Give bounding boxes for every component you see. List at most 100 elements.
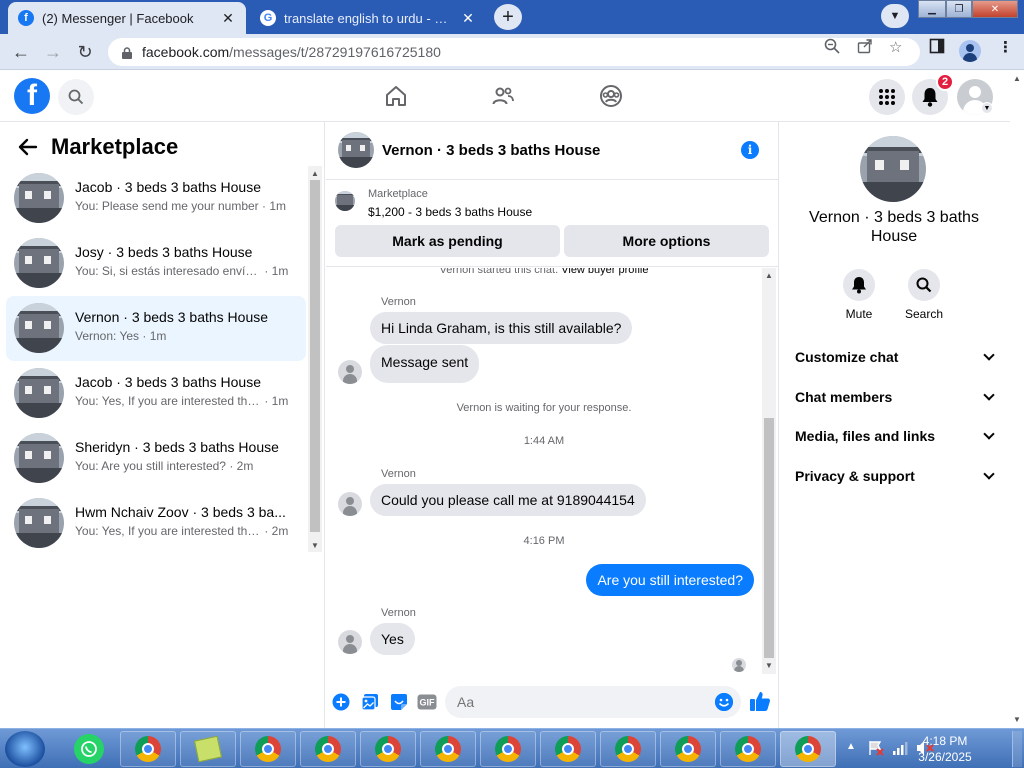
whatsapp-icon[interactable]	[74, 734, 104, 764]
customize-chat-row[interactable]: Customize chat	[795, 346, 995, 368]
conversation-preview: You: Please send me your number · 1m	[75, 199, 287, 213]
close-tab-icon[interactable]: ✕	[460, 10, 476, 27]
tab-messenger[interactable]: f (2) Messenger | Facebook ✕	[8, 2, 246, 34]
taskbar-chrome-icon[interactable]	[300, 731, 356, 767]
menu-grid-icon[interactable]	[869, 79, 905, 115]
scroll-down-arrow-icon[interactable]: ▼	[762, 658, 776, 672]
page-scrollbar[interactable]: ▲ ▼	[1010, 71, 1024, 728]
groups-icon[interactable]	[598, 83, 624, 109]
more-options-button[interactable]: More options	[564, 225, 769, 257]
tab-search-button[interactable]: ▼	[881, 4, 909, 28]
address-bar[interactable]: facebook.com/messages/t/2872919761672518…	[108, 38, 920, 66]
chat-scrollbar[interactable]: ▲ ▼	[762, 268, 776, 674]
show-hidden-icons-arrow-icon[interactable]: ▲	[846, 741, 856, 752]
taskbar-chrome-icon[interactable]	[360, 731, 416, 767]
conversation-item[interactable]: Sheridyn · 3 beds 3 baths House You: Are…	[6, 426, 306, 491]
forward-icon[interactable]: →	[40, 39, 66, 65]
chevron-down-icon[interactable]: ▼	[981, 102, 993, 114]
tab-google-translate[interactable]: G translate english to urdu - Google ✕	[250, 2, 486, 34]
minimize-window-button[interactable]: ▁	[918, 0, 946, 18]
photo-icon[interactable]	[360, 692, 380, 712]
google-favicon-icon: G	[260, 10, 276, 26]
share-icon[interactable]	[857, 38, 873, 58]
gif-icon[interactable]: GIF	[417, 692, 437, 712]
close-window-button[interactable]: ✕	[972, 0, 1018, 18]
profile-avatar-icon[interactable]	[959, 40, 981, 62]
conversation-item[interactable]: Jacob · 3 beds 3 baths House You: Yes, I…	[6, 361, 306, 426]
mute-button[interactable]: Mute	[829, 269, 889, 321]
waiting-notice: Vernon is waiting for your response.	[456, 402, 632, 414]
privacy-support-row[interactable]: Privacy & support	[795, 465, 995, 487]
clock-time[interactable]: 4:18 PM	[905, 734, 985, 748]
taskbar-chrome-icon[interactable]	[240, 731, 296, 767]
search-in-conversation-button[interactable]: Search	[894, 269, 954, 321]
scrollbar-thumb[interactable]	[310, 180, 320, 532]
taskbar-chrome-icon[interactable]	[540, 731, 596, 767]
message-bubble: Hi Linda Graham, is this still available…	[370, 312, 633, 344]
sticker-icon[interactable]	[389, 692, 409, 712]
info-icon[interactable]: i	[741, 141, 759, 159]
listing-price-title[interactable]: $1,200 - 3 beds 3 baths House	[368, 205, 532, 219]
listing-thumbnail	[335, 191, 355, 211]
back-arrow-icon[interactable]	[18, 136, 38, 162]
thumbs-up-icon[interactable]	[749, 690, 771, 712]
url-host: facebook.com	[142, 44, 230, 60]
conversation-list-scrollbar[interactable]: ▲ ▼	[308, 166, 322, 552]
conversation-item[interactable]: Jacob · 3 beds 3 baths House You: Please…	[6, 166, 306, 231]
reload-icon[interactable]: ↻	[72, 39, 98, 65]
mark-as-pending-button[interactable]: Mark as pending	[335, 225, 560, 257]
side-panel-icon[interactable]	[929, 38, 945, 58]
emoji-icon[interactable]	[715, 693, 733, 711]
search-icon[interactable]	[58, 79, 94, 115]
bookmark-star-icon[interactable]: ☆	[889, 38, 902, 56]
taskbar-sticky-notes-icon[interactable]	[180, 731, 236, 767]
conversation-title: Vernon · 3 beds 3 baths House	[809, 209, 979, 245]
listing-thumbnail	[14, 433, 64, 483]
chevron-down-icon	[983, 468, 995, 480]
close-tab-icon[interactable]: ✕	[220, 10, 236, 27]
plus-icon[interactable]	[331, 692, 351, 712]
taskbar-chrome-icon-active[interactable]	[780, 731, 836, 767]
url-path: /messages/t/28729197616725180	[229, 44, 441, 60]
message-input[interactable]	[445, 686, 741, 718]
new-tab-button[interactable]: +	[494, 4, 522, 30]
chrome-menu-icon[interactable]: ⋮	[998, 38, 1013, 56]
clock-date[interactable]: 3/26/2025	[905, 750, 985, 764]
chat-avatar[interactable]	[338, 132, 374, 168]
view-buyer-profile-link[interactable]: View buyer profile	[561, 268, 648, 276]
friends-icon[interactable]	[490, 83, 516, 109]
svg-text:GIF: GIF	[420, 698, 436, 708]
facebook-logo-icon[interactable]: f	[14, 78, 50, 114]
taskbar-chrome-icon[interactable]	[600, 731, 656, 767]
taskbar-chrome-icon[interactable]	[480, 731, 536, 767]
conversation-details-panel: Vernon · 3 beds 3 baths House Mute Searc…	[780, 122, 1024, 728]
media-files-links-row[interactable]: Media, files and links	[795, 425, 995, 447]
conversation-item[interactable]: Hwm Nchaiv Zoov · 3 beds 3 ba... You: Ye…	[6, 491, 306, 556]
scroll-up-arrow-icon[interactable]: ▲	[762, 268, 776, 282]
chat-title[interactable]: Vernon · 3 beds 3 baths House	[382, 142, 600, 159]
home-icon[interactable]	[383, 83, 409, 109]
conversation-item-selected[interactable]: Vernon · 3 beds 3 baths House Vernon: Ye…	[6, 296, 306, 361]
back-icon[interactable]: ←	[8, 39, 34, 65]
scrollbar-thumb[interactable]	[764, 418, 774, 658]
taskbar-chrome-icon[interactable]	[720, 731, 776, 767]
conversation-name: Jacob · 3 beds 3 baths House	[75, 179, 262, 195]
show-desktop-button[interactable]	[1012, 731, 1022, 767]
conversation-item[interactable]: Josy · 3 beds 3 baths House You: Si, si …	[6, 231, 306, 296]
taskbar-chrome-icon[interactable]	[120, 731, 176, 767]
chat-members-row[interactable]: Chat members	[795, 386, 995, 408]
zoom-icon[interactable]	[824, 38, 840, 58]
scroll-up-arrow-icon[interactable]: ▲	[308, 166, 322, 180]
sender-avatar	[338, 360, 362, 384]
scroll-down-arrow-icon[interactable]: ▼	[1010, 712, 1024, 726]
action-center-flag-icon[interactable]	[868, 740, 884, 756]
maximize-window-button[interactable]: ❐	[946, 0, 972, 18]
scroll-down-arrow-icon[interactable]: ▼	[308, 538, 322, 552]
scroll-up-arrow-icon[interactable]: ▲	[1010, 71, 1024, 85]
conversation-preview: You: Yes, If you are interested then... …	[75, 524, 289, 538]
browser-tab-strip: f (2) Messenger | Facebook ✕ G translate…	[0, 0, 1024, 34]
seen-receipt-avatar	[732, 658, 746, 672]
taskbar-chrome-icon[interactable]	[660, 731, 716, 767]
windows-start-button[interactable]	[5, 731, 45, 767]
taskbar-chrome-icon[interactable]	[420, 731, 476, 767]
